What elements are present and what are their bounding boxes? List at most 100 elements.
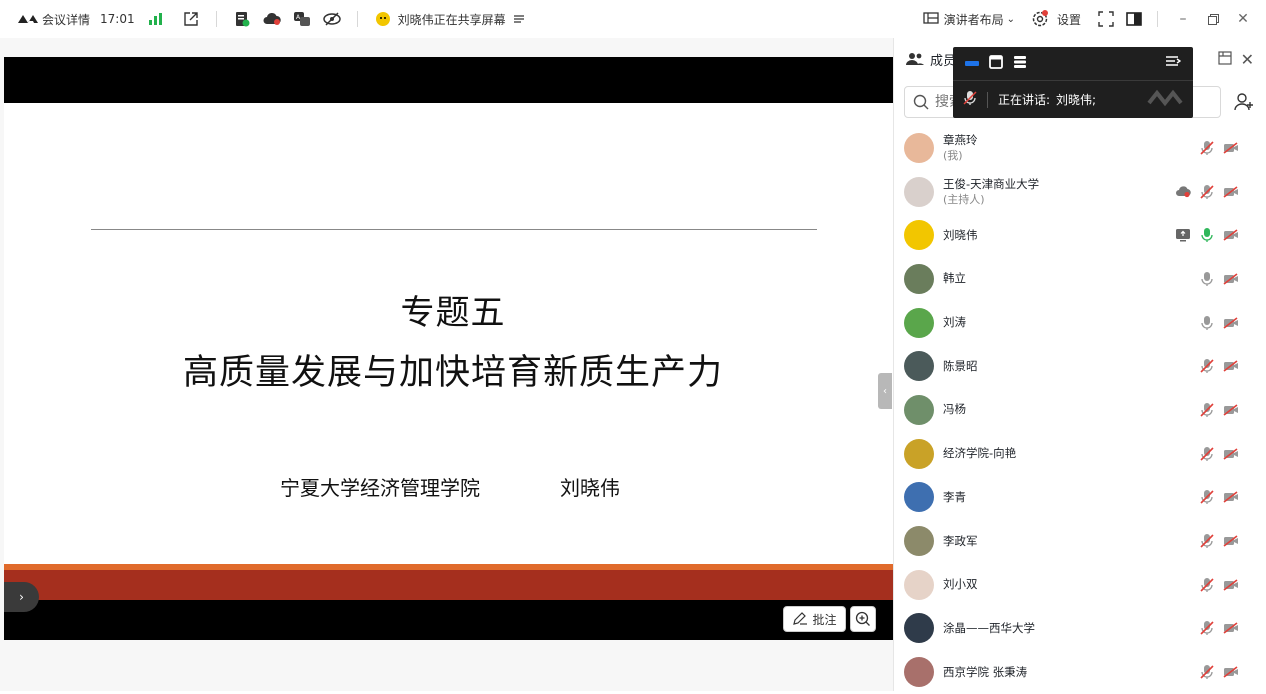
camera-off-icon[interactable] bbox=[1222, 314, 1240, 332]
camera-off-icon[interactable] bbox=[1222, 139, 1240, 157]
member-row[interactable]: 陈景昭 bbox=[894, 344, 1266, 388]
floating-control-bar[interactable]: 正在讲话: 刘晓伟; bbox=[953, 47, 1193, 118]
camera-off-icon[interactable] bbox=[1222, 226, 1240, 244]
chevron-right-icon: › bbox=[19, 590, 24, 604]
sidebar-toggle-icon[interactable] bbox=[1125, 10, 1143, 28]
member-name: 涂晶——西华大学 bbox=[943, 620, 1035, 635]
cloud-recording-icon[interactable] bbox=[263, 10, 281, 28]
fullscreen-icon[interactable] bbox=[1097, 10, 1115, 28]
minimize-bar-icon[interactable] bbox=[965, 61, 979, 66]
expand-bar-icon[interactable] bbox=[1165, 54, 1182, 73]
member-status-icons bbox=[1198, 519, 1240, 563]
member-name: 韩立 bbox=[943, 271, 966, 286]
settings-button[interactable]: 设置 bbox=[1057, 11, 1081, 28]
zoom-in-button[interactable] bbox=[850, 606, 876, 632]
top-toolbar: 会议详情 17:01 A 刘晓伟正在共享屏幕 演讲者布局 ⌄ 设置 – ✕ bbox=[0, 0, 1266, 38]
mic-muted-icon[interactable] bbox=[1198, 401, 1216, 419]
chevron-down-icon[interactable]: ⌄ bbox=[1007, 14, 1015, 25]
mic-muted-icon[interactable] bbox=[1198, 445, 1216, 463]
tencent-meeting-logo-icon bbox=[18, 15, 38, 23]
member-status-icons bbox=[1198, 650, 1240, 694]
slide-institution: 宁夏大学经济管理学院 bbox=[280, 476, 480, 500]
mic-muted-icon[interactable] bbox=[1198, 357, 1216, 375]
mic-muted-icon[interactable] bbox=[1198, 139, 1216, 157]
member-name-block: 经济学院-向艳 bbox=[943, 446, 1016, 461]
network-signal-icon[interactable] bbox=[148, 13, 162, 25]
slide-author: 刘晓伟 bbox=[560, 476, 620, 500]
camera-off-icon[interactable] bbox=[1222, 663, 1240, 681]
close-panel-icon[interactable]: ✕ bbox=[1241, 50, 1254, 69]
slide-bottom-bar bbox=[4, 600, 893, 640]
minimize-icon[interactable]: – bbox=[1170, 6, 1196, 32]
popout-panel-icon[interactable] bbox=[1218, 51, 1232, 69]
slide-top-bar bbox=[4, 57, 893, 103]
camera-off-icon[interactable] bbox=[1222, 357, 1240, 375]
member-row[interactable]: 李政军 bbox=[894, 519, 1266, 563]
member-status-icons bbox=[1174, 170, 1240, 214]
member-status-icons bbox=[1198, 476, 1240, 520]
divider bbox=[215, 11, 217, 27]
member-list: 章燕玲 (我) 王俊-天津商业大学 (主持人) 刘晓伟韩立刘涛 陈景昭 冯杨经济学院-向艳李… bbox=[894, 126, 1266, 694]
member-row[interactable]: 西京学院 张秉涛 bbox=[894, 650, 1266, 694]
member-name: 刘小双 bbox=[943, 577, 978, 592]
member-row[interactable]: 涂晶——西华大学 bbox=[894, 607, 1266, 651]
camera-off-icon[interactable] bbox=[1222, 532, 1240, 550]
camera-off-icon[interactable] bbox=[1222, 576, 1240, 594]
search-icon bbox=[913, 94, 929, 110]
list-mode-icon[interactable] bbox=[1013, 54, 1027, 73]
member-row[interactable]: 冯杨 bbox=[894, 388, 1266, 432]
slide-title-line2: 高质量发展与加快培育新质生产力 bbox=[182, 353, 723, 393]
meeting-details-button[interactable]: 会议详情 bbox=[18, 0, 90, 38]
layout-icon[interactable] bbox=[922, 10, 940, 28]
restore-window-icon[interactable] bbox=[1200, 6, 1226, 32]
add-user-icon bbox=[1234, 93, 1253, 111]
slide-title-line1: 专题五 bbox=[400, 293, 506, 333]
speaker-layout-button[interactable]: 演讲者布局 bbox=[944, 11, 1004, 28]
document-icon[interactable] bbox=[233, 10, 251, 28]
member-row[interactable]: 李青 bbox=[894, 476, 1266, 520]
slide-red-band bbox=[4, 570, 893, 600]
mic-muted-icon[interactable] bbox=[1198, 532, 1216, 550]
expand-thumbnails-button[interactable]: › bbox=[4, 582, 39, 612]
close-window-icon[interactable]: ✕ bbox=[1230, 6, 1256, 32]
avatar bbox=[904, 438, 934, 469]
member-row[interactable]: 章燕玲 (我) bbox=[894, 126, 1266, 170]
cloud-recording-icon bbox=[1174, 183, 1192, 201]
member-row[interactable]: 刘晓伟 bbox=[894, 213, 1266, 257]
camera-off-icon[interactable] bbox=[1222, 619, 1240, 637]
mic-muted-icon[interactable] bbox=[1198, 663, 1216, 681]
camera-off-icon[interactable] bbox=[1222, 270, 1240, 288]
camera-off-icon[interactable] bbox=[1222, 401, 1240, 419]
invite-member-button[interactable] bbox=[1228, 86, 1260, 118]
annotate-button[interactable]: 批注 bbox=[783, 606, 846, 632]
collapse-panel-handle[interactable]: ‹ bbox=[878, 373, 892, 409]
muted-mic-icon[interactable] bbox=[963, 90, 977, 109]
member-name-block: 刘小双 bbox=[943, 577, 978, 592]
mic-muted-icon[interactable] bbox=[1198, 619, 1216, 637]
mic-muted-icon[interactable] bbox=[1198, 488, 1216, 506]
pen-icon bbox=[793, 612, 808, 625]
member-row[interactable]: 刘小双 bbox=[894, 563, 1266, 607]
mic-on-icon[interactable] bbox=[1198, 270, 1216, 288]
watermark-icon bbox=[1147, 89, 1183, 110]
mic-on-icon[interactable] bbox=[1198, 314, 1216, 332]
camera-off-icon[interactable] bbox=[1222, 445, 1240, 463]
member-row[interactable]: 刘涛 bbox=[894, 301, 1266, 345]
camera-off-icon[interactable] bbox=[1222, 183, 1240, 201]
translate-icon[interactable]: A bbox=[293, 10, 311, 28]
member-row[interactable]: 王俊-天津商业大学 (主持人) bbox=[894, 170, 1266, 214]
member-row[interactable]: 韩立 bbox=[894, 257, 1266, 301]
share-link-icon[interactable] bbox=[182, 10, 200, 28]
mic-muted-icon[interactable] bbox=[1198, 576, 1216, 594]
camera-off-icon[interactable] bbox=[1222, 488, 1240, 506]
annotate-label: 批注 bbox=[812, 612, 837, 627]
member-row[interactable]: 经济学院-向艳 bbox=[894, 432, 1266, 476]
settings-gear-icon[interactable] bbox=[1031, 10, 1049, 28]
mic-active-icon[interactable] bbox=[1198, 226, 1216, 244]
avatar bbox=[904, 132, 934, 163]
member-name-block: 章燕玲 (我) bbox=[943, 133, 978, 163]
mic-muted-icon[interactable] bbox=[1198, 183, 1216, 201]
hide-view-icon[interactable] bbox=[322, 10, 341, 28]
sharing-menu-icon[interactable] bbox=[510, 10, 528, 28]
window-mode-icon[interactable] bbox=[989, 54, 1003, 73]
